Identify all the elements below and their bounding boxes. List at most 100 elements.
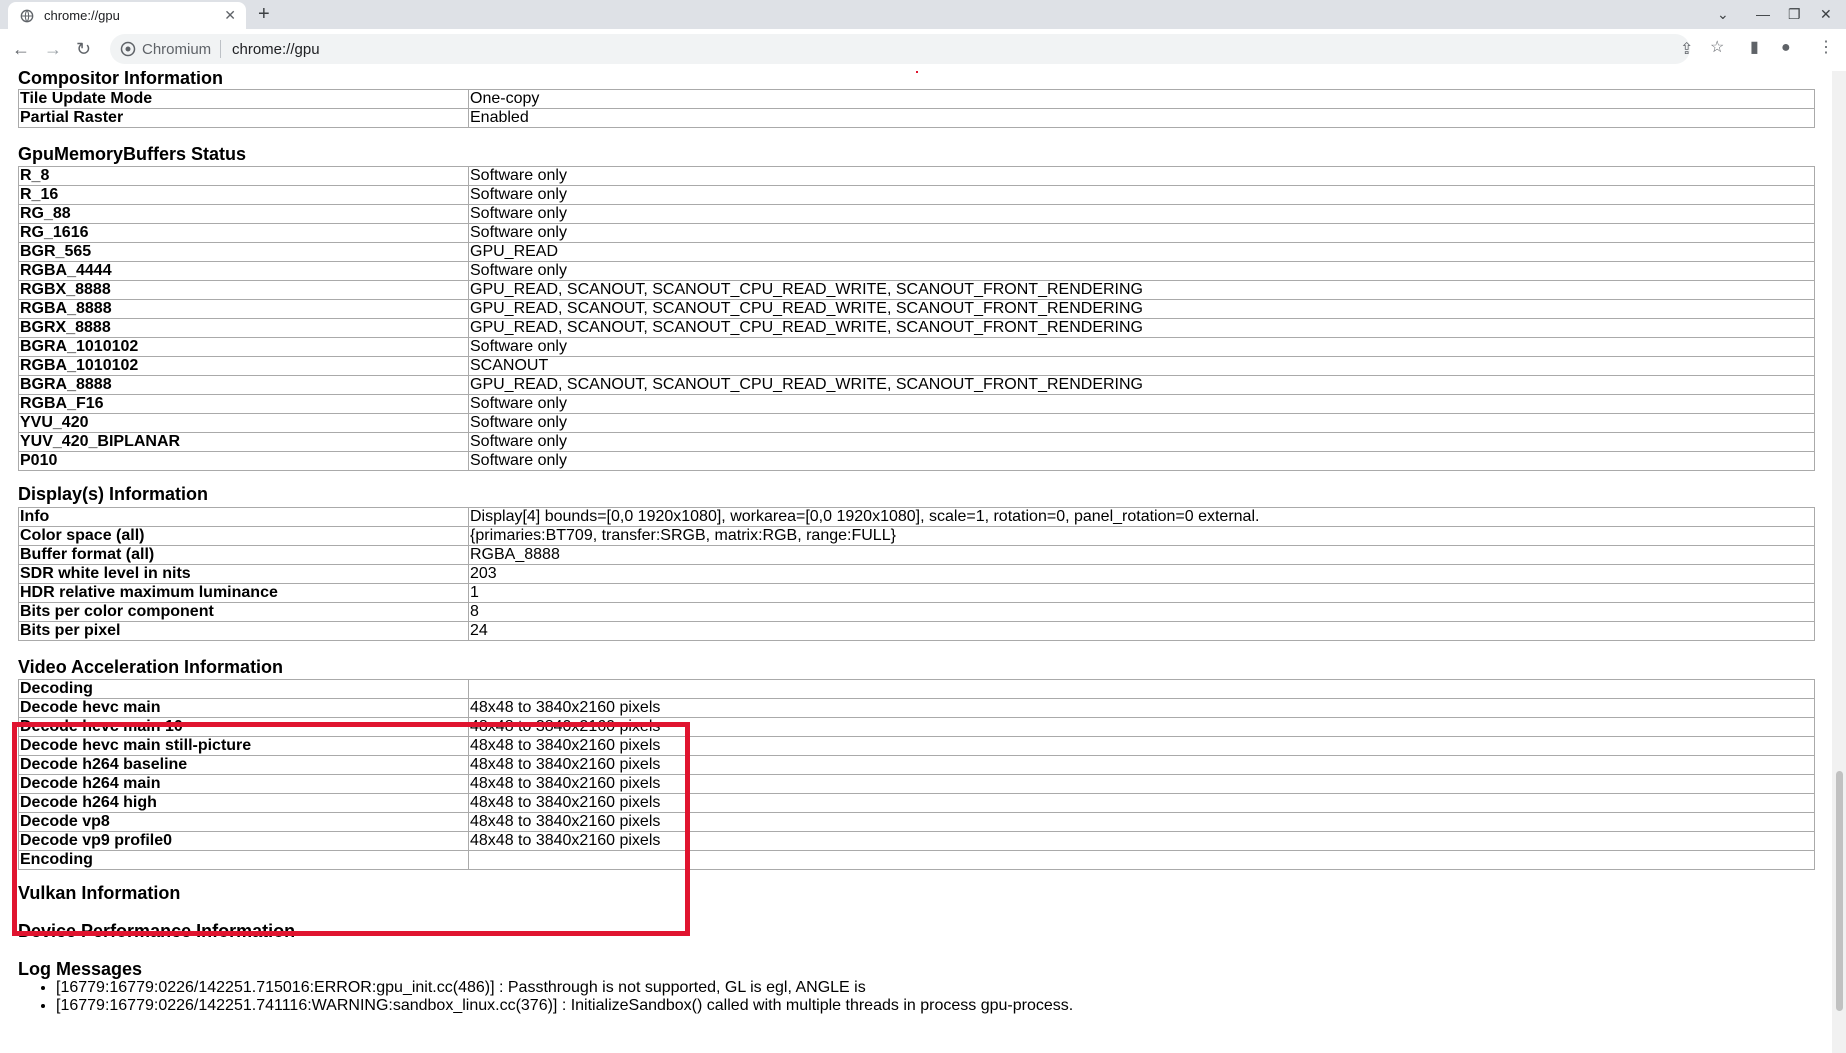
table-row: Bits per color component 8 xyxy=(18,602,1815,622)
row-label: Decoding xyxy=(18,679,469,699)
kebab-menu-icon[interactable]: ⋮ xyxy=(1818,39,1834,57)
table-row: BGRA_8888 GPU_READ, SCANOUT, SCANOUT_CPU_… xyxy=(18,375,1815,395)
row-label: BGRA_8888 xyxy=(18,375,469,395)
row-label: RGBA_F16 xyxy=(18,394,469,414)
red-mark xyxy=(916,71,918,73)
row-value: Software only xyxy=(468,337,1815,357)
row-value: SCANOUT xyxy=(468,356,1815,376)
row-value: GPU_READ, SCANOUT, SCANOUT_CPU_READ_WRIT… xyxy=(468,299,1815,319)
row-label: RGBX_8888 xyxy=(18,280,469,300)
row-label: RGBA_4444 xyxy=(18,261,469,281)
row-label: RGBA_1010102 xyxy=(18,356,469,376)
log-list: [16779:16779:0226/142251.715016:ERROR:gp… xyxy=(18,979,1073,1015)
log-item: [16779:16779:0226/142251.741116:WARNING:… xyxy=(56,997,1073,1015)
table-row: P010 Software only xyxy=(18,451,1815,471)
omnibox-site-label: Chromium xyxy=(142,41,212,58)
plus-icon[interactable]: + xyxy=(258,3,270,25)
row-label: BGR_565 xyxy=(18,242,469,262)
display-title: Display(s) Information xyxy=(18,484,209,504)
profile-icon[interactable]: ● xyxy=(1781,39,1791,57)
row-value: 8 xyxy=(468,602,1815,622)
row-label: Color space (all) xyxy=(18,526,469,546)
table-row: RGBA_4444 Software only xyxy=(18,261,1815,281)
row-label: BGRA_1010102 xyxy=(18,337,469,357)
close-icon[interactable]: ✕ xyxy=(224,8,236,22)
compositor-table: Tile Update Mode One-copy Partial Raster En… xyxy=(18,89,1815,128)
row-value: Software only xyxy=(468,185,1815,205)
row-label: Bits per pixel xyxy=(18,621,469,641)
row-value: Software only xyxy=(468,261,1815,281)
row-value: Software only xyxy=(468,166,1815,186)
row-label: Partial Raster xyxy=(18,108,469,128)
row-label: P010 xyxy=(18,451,469,471)
table-row: Info Display[4] bounds=[0,0 1920x1080], w… xyxy=(18,507,1815,527)
row-label: YVU_420 xyxy=(18,413,469,433)
row-value: 24 xyxy=(468,621,1815,641)
row-value: Software only xyxy=(468,413,1815,433)
back-icon[interactable]: ← xyxy=(12,39,30,59)
omnibox-divider xyxy=(220,40,221,58)
omnibox-url[interactable]: chrome://gpu xyxy=(232,41,320,58)
compositor-title: Compositor Information xyxy=(18,71,223,88)
close-window-icon[interactable]: ✕ xyxy=(1820,6,1832,22)
restore-icon[interactable]: ❐ xyxy=(1788,6,1801,22)
table-row: BGRA_1010102 Software only xyxy=(18,337,1815,357)
omnibox[interactable]: Chromium chrome://gpu ⇪ xyxy=(110,34,1693,64)
row-value: GPU_READ, SCANOUT, SCANOUT_CPU_READ_WRIT… xyxy=(468,375,1815,395)
row-label: HDR relative maximum luminance xyxy=(18,583,469,603)
toolbar: ← → ↻ Chromium chrome://gpu ⇪ ☆ ▮ ● ⋮ xyxy=(0,29,1846,72)
table-row: RG_1616 Software only xyxy=(18,223,1815,243)
side-panel-icon[interactable]: ▮ xyxy=(1750,39,1759,57)
row-label: Info xyxy=(18,507,469,527)
page-content: Compositor Information Tile Update Mode O… xyxy=(0,71,1832,1053)
row-label: Buffer format (all) xyxy=(18,545,469,565)
tab-title: chrome://gpu xyxy=(44,8,120,23)
table-row: SDR white level in nits 203 xyxy=(18,564,1815,584)
site-info-icon[interactable] xyxy=(120,41,136,57)
row-label: Decode hevc main xyxy=(18,698,469,718)
table-row: RGBA_F16 Software only xyxy=(18,394,1815,414)
row-value: Enabled xyxy=(468,108,1815,128)
highlight-box xyxy=(12,722,690,936)
row-value: One-copy xyxy=(468,89,1815,109)
table-row: Buffer format (all) RGBA_8888 xyxy=(18,545,1815,565)
table-row: RGBA_1010102 SCANOUT xyxy=(18,356,1815,376)
row-value: {primaries:BT709, transfer:SRGB, matrix:… xyxy=(468,526,1815,546)
row-value: 1 xyxy=(468,583,1815,603)
table-row: YVU_420 Software only xyxy=(18,413,1815,433)
table-row: Decode hevc main 48x48 to 3840x2160 pixel… xyxy=(18,698,1815,718)
row-label: YUV_420_BIPLANAR xyxy=(18,432,469,452)
scrollbar[interactable] xyxy=(1832,71,1846,1053)
gmb-title: GpuMemoryBuffers Status xyxy=(18,144,247,164)
table-row: RGBA_8888 GPU_READ, SCANOUT, SCANOUT_CPU_… xyxy=(18,299,1815,319)
table-row: BGR_565 GPU_READ xyxy=(18,242,1815,262)
row-value: 203 xyxy=(468,564,1815,584)
globe-icon xyxy=(20,9,34,23)
tab-active[interactable]: chrome://gpu ✕ xyxy=(8,2,246,29)
table-row: RGBX_8888 GPU_READ, SCANOUT, SCANOUT_CPU_… xyxy=(18,280,1815,300)
chevron-down-icon[interactable]: ⌄ xyxy=(1717,6,1729,22)
row-value xyxy=(468,679,1815,699)
table-row: Color space (all) {primaries:BT709, trans… xyxy=(18,526,1815,546)
table-row: Partial Raster Enabled xyxy=(18,108,1815,128)
row-value: Software only xyxy=(468,432,1815,452)
tab-strip: chrome://gpu ✕ + ⌄ — ❐ ✕ xyxy=(0,0,1846,29)
row-label: Bits per color component xyxy=(18,602,469,622)
log-item: [16779:16779:0226/142251.715016:ERROR:gp… xyxy=(56,979,1073,997)
display-table: Info Display[4] bounds=[0,0 1920x1080], w… xyxy=(18,507,1815,641)
minimize-icon[interactable]: — xyxy=(1756,6,1770,22)
row-value: Software only xyxy=(468,451,1815,471)
row-label: BGRX_8888 xyxy=(18,318,469,338)
row-value: GPU_READ, SCANOUT, SCANOUT_CPU_READ_WRIT… xyxy=(468,318,1815,338)
row-value: RGBA_8888 xyxy=(468,545,1815,565)
row-label: RGBA_8888 xyxy=(18,299,469,319)
reload-icon[interactable]: ↻ xyxy=(76,39,91,59)
forward-icon[interactable]: → xyxy=(44,39,62,59)
row-label: RG_1616 xyxy=(18,223,469,243)
star-icon[interactable]: ☆ xyxy=(1710,39,1724,57)
scrollbar-thumb[interactable] xyxy=(1836,771,1843,1011)
share-icon[interactable]: ⇪ xyxy=(1680,41,1693,59)
row-value: Software only xyxy=(468,394,1815,414)
row-value: Software only xyxy=(468,204,1815,224)
table-row: Bits per pixel 24 xyxy=(18,621,1815,641)
